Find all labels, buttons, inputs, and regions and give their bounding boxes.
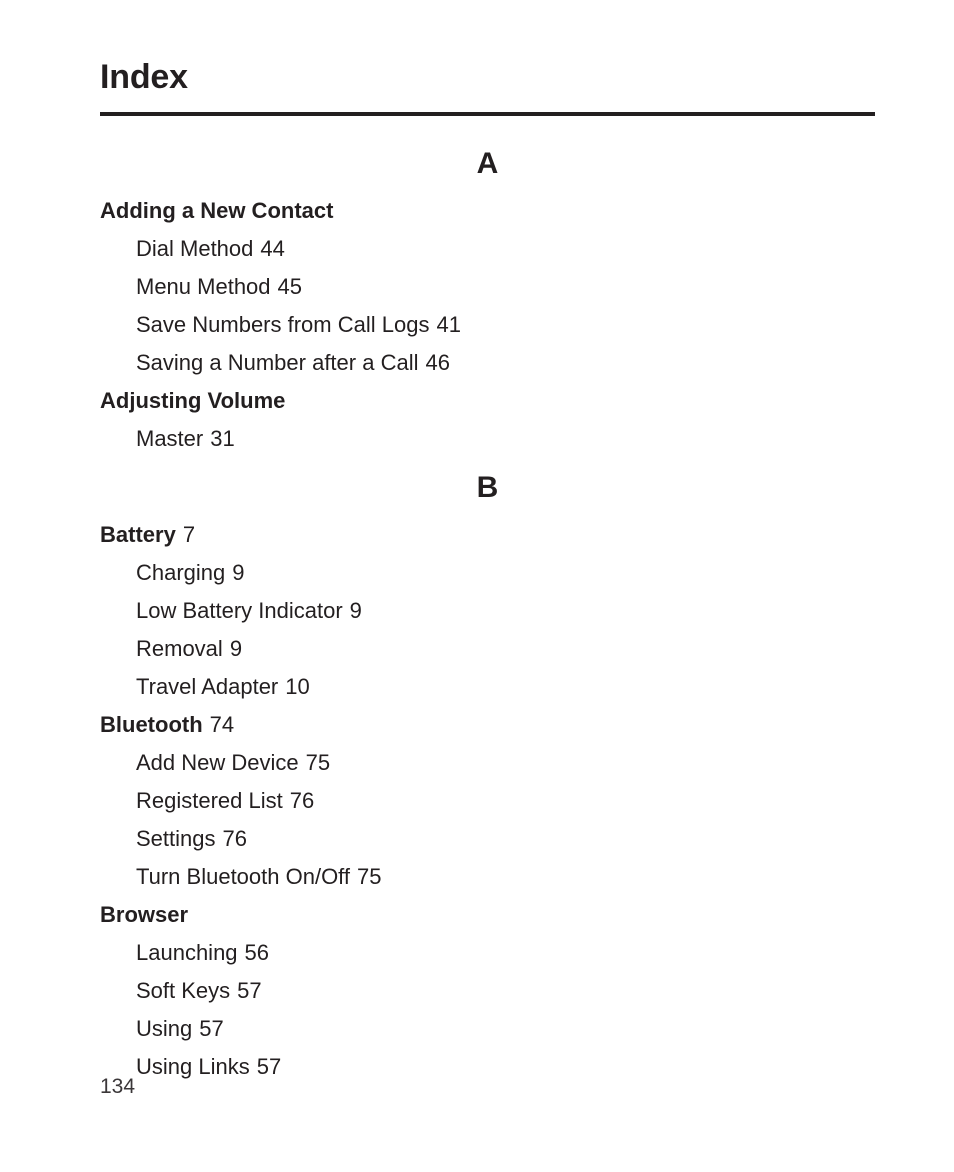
index-subentry-page: 45 [277, 274, 303, 299]
header-divider [100, 112, 875, 116]
index-entry[interactable]: Bluetooth 74 [100, 706, 875, 744]
index-entry-label: Adjusting Volume [100, 388, 286, 413]
index-subentry-page: 46 [425, 350, 450, 375]
index-section: B Battery 7 Charging 9 Low Battery Indicator 9… [100, 458, 875, 1086]
index-subentry-page: 57 [256, 1054, 282, 1079]
index-subentry-label: Master [136, 426, 204, 451]
index-subentry-page: 31 [210, 426, 235, 451]
index-subentry-page: 57 [237, 978, 262, 1003]
index-entry[interactable]: Browser [100, 896, 875, 934]
index-subentry-page: 76 [222, 826, 247, 851]
index-subentry-page: 57 [199, 1016, 224, 1041]
index-subentry[interactable]: Dial Method 44 [100, 230, 875, 268]
index-entry-label: Battery [100, 522, 176, 547]
index-subentry-label: Saving a Number after a Call [136, 350, 419, 375]
index-entry[interactable]: Battery 7 [100, 516, 875, 554]
index-subentry[interactable]: Using Links 57 [100, 1048, 875, 1086]
index-section: A Adding a New Contact Dial Method 44 Menu M… [100, 142, 875, 458]
index-subentry-page: 75 [357, 864, 382, 889]
page-number-footer: 134 [100, 1075, 136, 1098]
index-subentry-label: Add New Device [136, 750, 299, 775]
index-subentry[interactable]: Add New Device 75 [100, 744, 875, 782]
index-subentry-page: 10 [285, 674, 310, 699]
index-subentry[interactable]: Registered List 76 [100, 782, 875, 820]
index-subentry-page: 9 [349, 598, 362, 623]
index-subentry[interactable]: Save Numbers from Call Logs 41 [100, 306, 875, 344]
index-subentry-label: Travel Adapter [136, 674, 279, 699]
index-subentry[interactable]: Master 31 [100, 420, 875, 458]
index-subentry[interactable]: Travel Adapter 10 [100, 668, 875, 706]
index-body: A Adding a New Contact Dial Method 44 Menu M… [100, 142, 875, 1086]
index-subentry[interactable]: Charging 9 [100, 554, 875, 592]
index-subentry[interactable]: Removal 9 [100, 630, 875, 668]
index-subentry-label: Using Links [136, 1054, 250, 1079]
index-subentry[interactable]: Soft Keys 57 [100, 972, 875, 1010]
index-subentry-label: Menu Method [136, 274, 271, 299]
index-subentry[interactable]: Settings 76 [100, 820, 875, 858]
index-subentry[interactable]: Launching 56 [100, 934, 875, 972]
index-subentry-label: Charging [136, 560, 226, 585]
index-entry-label: Adding a New Contact [100, 198, 334, 223]
index-subentry-label: Using [136, 1016, 193, 1041]
index-subentry[interactable]: Menu Method 45 [100, 268, 875, 306]
index-subentry[interactable]: Saving a Number after a Call 46 [100, 344, 875, 382]
index-subentry-page: 56 [244, 940, 270, 965]
index-subentry-label: Registered List [136, 788, 283, 813]
index-subentry-page: 41 [436, 312, 461, 337]
index-entry-page: 74 [209, 712, 235, 737]
index-page: Index A Adding a New Contact Dial Method 44… [0, 0, 954, 1172]
index-subentry-label: Save Numbers from Call Logs [136, 312, 430, 337]
section-letter: B [476, 471, 499, 504]
index-subentry-page: 9 [229, 636, 243, 661]
index-entry-label: Bluetooth [100, 712, 203, 737]
index-subentry[interactable]: Using 57 [100, 1010, 875, 1048]
page-title: Index [100, 58, 188, 96]
page-header: Index [100, 56, 875, 98]
index-subentry-label: Soft Keys [136, 978, 231, 1003]
section-letter: A [476, 147, 499, 180]
index-subentry-page: 76 [289, 788, 315, 813]
index-subentry-label: Launching [136, 940, 238, 965]
index-subentry[interactable]: Turn Bluetooth On/Off 75 [100, 858, 875, 896]
index-entry-label: Browser [100, 902, 189, 927]
index-subentry-page: 9 [232, 560, 245, 585]
index-subentry-page: 44 [260, 236, 285, 261]
index-subentry[interactable]: Low Battery Indicator 9 [100, 592, 875, 630]
index-subentry-page: 75 [305, 750, 331, 775]
index-subentry-label: Settings [136, 826, 216, 851]
index-entry[interactable]: Adding a New Contact [100, 192, 875, 230]
index-entry[interactable]: Adjusting Volume [100, 382, 875, 420]
index-subentry-label: Removal [136, 636, 223, 661]
index-subentry-label: Turn Bluetooth On/Off [136, 864, 351, 889]
index-entry-page: 7 [182, 522, 196, 547]
index-subentry-label: Dial Method [136, 236, 254, 261]
index-subentry-label: Low Battery Indicator [136, 598, 343, 623]
